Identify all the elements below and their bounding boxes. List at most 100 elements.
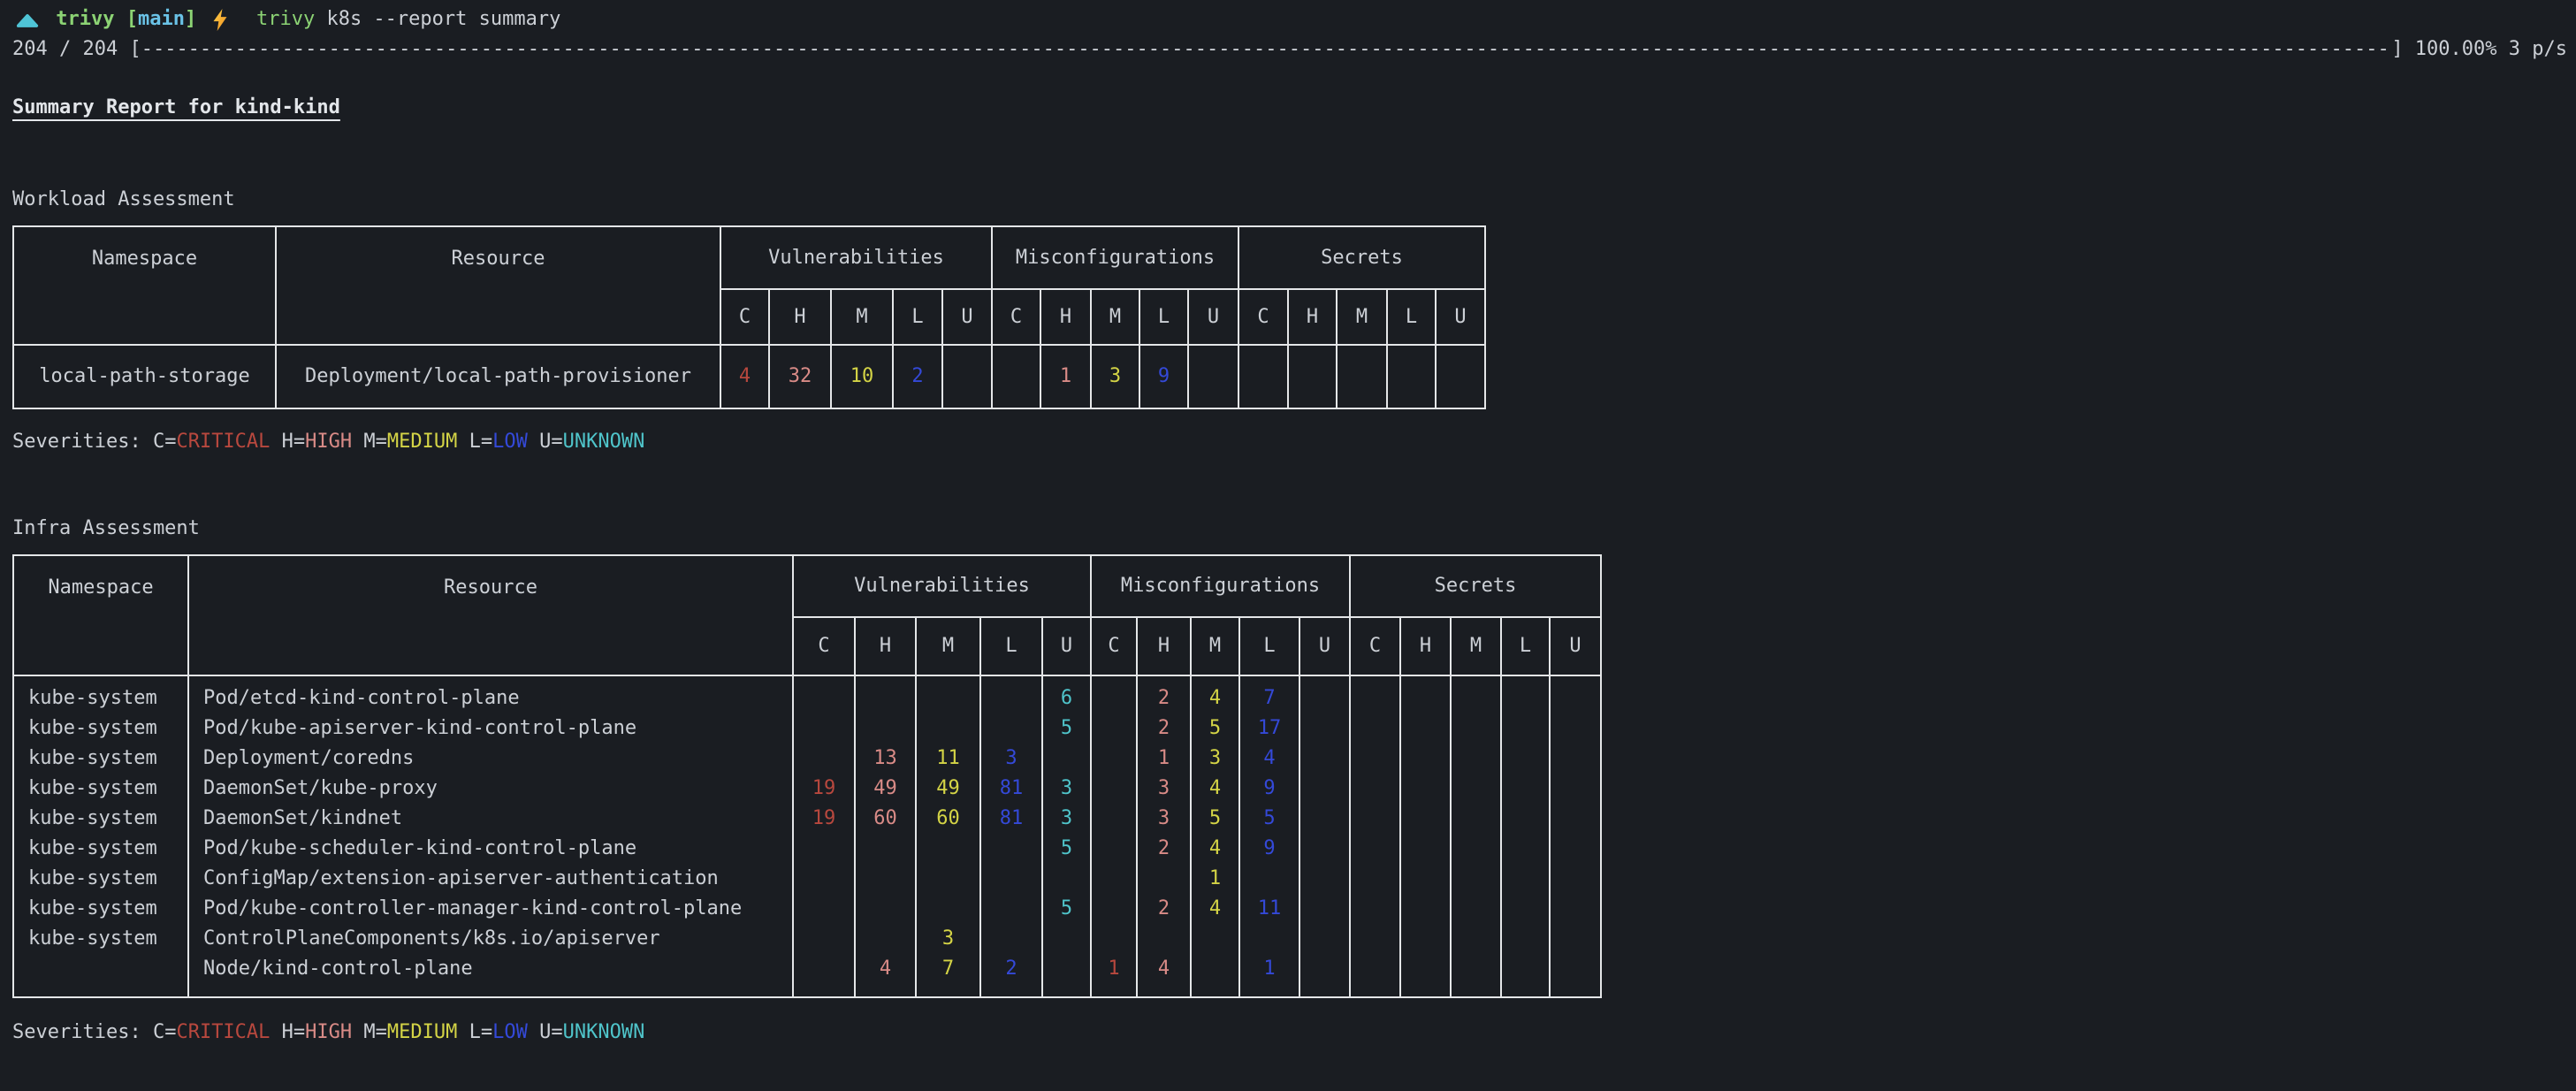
count-line — [1192, 924, 1238, 954]
header-group-row: NamespaceResourceVulnerabilitiesMisconfi… — [13, 226, 1485, 289]
count-cell-misconfigurations-h: 1 — [1040, 345, 1091, 408]
count-line — [1551, 864, 1600, 894]
severity-col-header-vulnerabilities-h: H — [769, 289, 831, 345]
count-line: 1 — [1138, 744, 1190, 774]
count-line: 19 — [794, 804, 854, 834]
count-line — [1452, 954, 1500, 984]
namespace-cell: local-path-storage — [13, 345, 276, 408]
count-cell-secrets-m — [1451, 675, 1501, 997]
count-line — [1351, 924, 1399, 954]
count-line — [917, 713, 979, 744]
count-line — [1502, 894, 1549, 924]
column-header-namespace: Namespace — [13, 226, 276, 345]
group-header-vulnerabilities: Vulnerabilities — [720, 226, 992, 289]
count-cell-misconfigurations-m: 3 — [1091, 345, 1139, 408]
count-line: 5 — [1192, 713, 1238, 744]
count-line — [1092, 924, 1136, 954]
count-line — [1401, 954, 1450, 984]
count-line: 4 — [1192, 683, 1238, 713]
count-cell-vulnerabilities-u: 65 335 5 — [1042, 675, 1091, 997]
count-line: 13 — [856, 744, 915, 774]
severity-col-header-misconfigurations-m: M — [1191, 617, 1239, 675]
count-cell-secrets-u — [1550, 675, 1601, 997]
legend-name-unknown: UNKNOWN — [563, 431, 645, 453]
count-line: 32 — [770, 362, 830, 392]
count-line: 60 — [917, 804, 979, 834]
count-line: 9 — [1140, 362, 1187, 392]
namespace-line: kube-system — [28, 683, 187, 713]
count-line — [1401, 804, 1450, 834]
count-cell-misconfigurations-l: 7174959 11 1 — [1239, 675, 1299, 997]
count-line — [1192, 954, 1238, 984]
severity-col-header-secrets-l: L — [1501, 617, 1550, 675]
count-line — [1551, 834, 1600, 864]
legend-name-high: HIGH — [305, 431, 352, 453]
severities-legend: Severities: C=CRITICAL H=HIGH M=MEDIUM L… — [12, 1018, 2567, 1048]
severity-col-header-secrets-c: C — [1350, 617, 1400, 675]
count-line: 7 — [917, 954, 979, 984]
count-cell-vulnerabilities-m: 10 — [831, 345, 893, 408]
prompt-spacer — [196, 4, 208, 34]
count-line: 1 — [1240, 954, 1299, 984]
count-line — [917, 894, 979, 924]
count-line — [1092, 774, 1136, 804]
scan-progress-line: 204 / 204 [-----------------------------… — [12, 34, 2567, 65]
legend-name-critical: CRITICAL — [176, 1021, 270, 1043]
count-line — [943, 362, 991, 392]
namespace-line: local-path-storage — [14, 362, 275, 392]
count-line — [1300, 804, 1349, 834]
count-line — [1388, 362, 1435, 392]
workload-heading: Workload Assessment — [12, 185, 2567, 215]
count-line — [1452, 774, 1500, 804]
legend-name-high: HIGH — [305, 1021, 352, 1043]
legend-abbr-low: L= — [469, 431, 493, 453]
count-line — [1551, 683, 1600, 713]
count-line — [1300, 683, 1349, 713]
legend-label: Severities: — [12, 431, 153, 453]
table-data-block: kube-systemkube-systemkube-systemkube-sy… — [13, 675, 1601, 997]
severity-col-header-misconfigurations-m: M — [1091, 289, 1139, 345]
namespace-cell: kube-systemkube-systemkube-systemkube-sy… — [13, 675, 188, 997]
infra-table-body: kube-systemkube-systemkube-systemkube-sy… — [13, 675, 1601, 997]
count-line: 5 — [1043, 834, 1090, 864]
count-line — [1551, 894, 1600, 924]
count-line: 4 — [856, 954, 915, 984]
count-line: 2 — [1138, 713, 1190, 744]
count-line — [1502, 774, 1549, 804]
resource-line: Pod/kube-apiserver-kind-control-plane — [203, 713, 792, 744]
count-cell-misconfigurations-m: 45345414 — [1191, 675, 1239, 997]
count-line — [1551, 774, 1600, 804]
count-cell-misconfigurations-u — [1188, 345, 1238, 408]
severity-col-header-secrets-m: M — [1451, 617, 1501, 675]
count-line — [1240, 924, 1299, 954]
count-line: 4 — [1138, 954, 1190, 984]
count-line: 4 — [1192, 894, 1238, 924]
severity-col-header-vulnerabilities-c: C — [793, 617, 855, 675]
progress-prefix: 204 / 204 [ — [12, 34, 141, 65]
count-line — [1452, 894, 1500, 924]
count-line: 3 — [1138, 774, 1190, 804]
count-cell-secrets-u — [1436, 345, 1485, 408]
count-line — [1138, 864, 1190, 894]
count-line — [1092, 744, 1136, 774]
count-line — [1551, 713, 1600, 744]
legend-name-low: LOW — [492, 431, 528, 453]
infra-heading: Infra Assessment — [12, 514, 2567, 544]
count-line — [981, 713, 1041, 744]
count-line: 3 — [1192, 744, 1238, 774]
resource-line: Pod/kube-controller-manager-kind-control… — [203, 894, 792, 924]
resource-line: DaemonSet/kube-proxy — [203, 774, 792, 804]
resource-cell: Deployment/local-path-provisioner — [276, 345, 720, 408]
count-line — [856, 924, 915, 954]
count-line: 1 — [1192, 864, 1238, 894]
count-line — [856, 834, 915, 864]
count-line — [1351, 864, 1399, 894]
legend-abbr-low: L= — [469, 1021, 493, 1043]
resource-line: Deployment/coredns — [203, 744, 792, 774]
shell-prompt: trivy [main] trivy k8s --report summary — [12, 4, 2567, 34]
count-line — [1351, 713, 1399, 744]
count-line — [1401, 894, 1450, 924]
severity-col-header-misconfigurations-l: L — [1139, 289, 1188, 345]
resource-line: Deployment/local-path-provisioner — [277, 362, 720, 392]
count-line: 9 — [1240, 834, 1299, 864]
